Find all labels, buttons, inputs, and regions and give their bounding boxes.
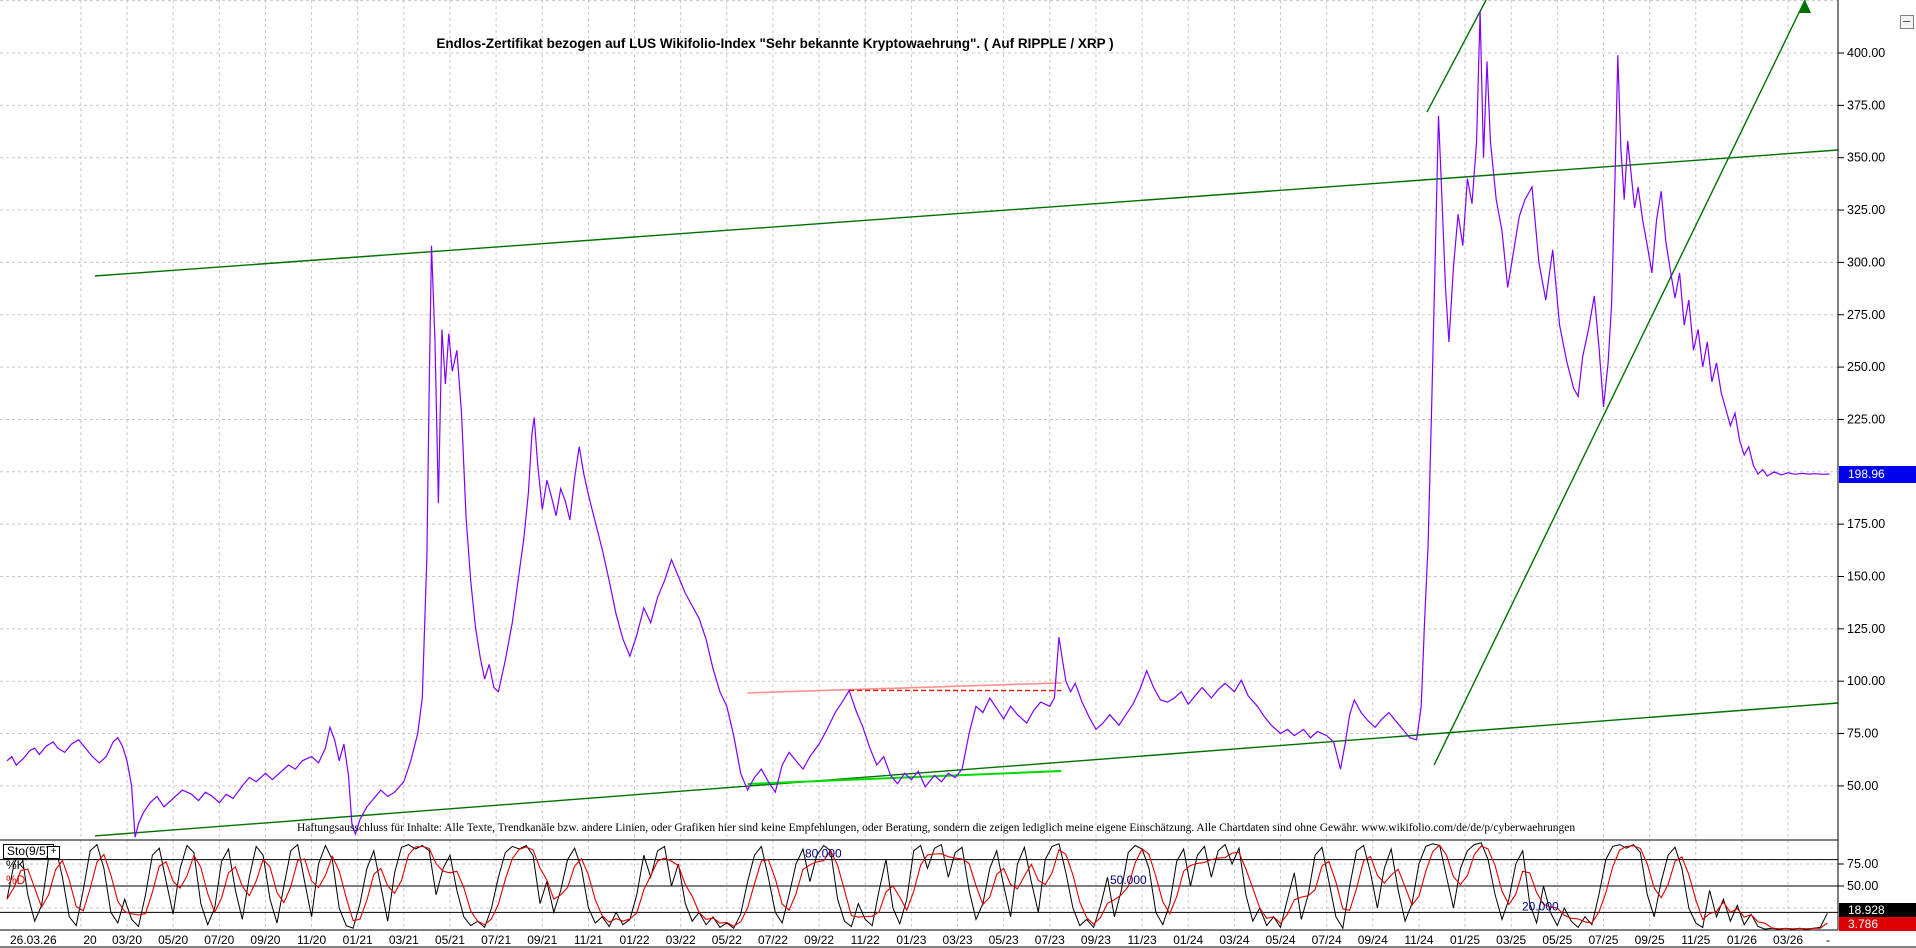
x-axis-label: 07/21 [481, 933, 511, 947]
price-axis-label: 350.00 [1847, 151, 1885, 165]
x-axis-label: 11/24 [1404, 933, 1433, 947]
x-axis-label: 09/21 [527, 933, 557, 947]
x-axis-label: - [1826, 933, 1830, 947]
stochastic-k-label: %K [6, 858, 25, 872]
x-axis-label: 07/20 [204, 933, 234, 947]
x-axis-label: 05/22 [712, 933, 742, 947]
price-axis-label: 325.00 [1847, 203, 1885, 217]
indicator-axis-label: 75.00 [1847, 857, 1878, 871]
chart-title: Endlos-Zertifikat bezogen auf LUS Wikifo… [436, 36, 1114, 51]
x-axis-label: 01/22 [620, 933, 650, 947]
x-axis-label: 11/21 [574, 933, 603, 947]
x-axis-label: 01/26 [1727, 933, 1757, 947]
stochastic-d-value-badge: 3.786 [1839, 917, 1916, 931]
x-axis-label: 03/21 [389, 933, 419, 947]
x-axis-label: 07/22 [758, 933, 788, 947]
lower-channel-trendline [94, 702, 1839, 837]
indicator-expand-button[interactable]: + [47, 846, 60, 859]
x-axis-label: 05/23 [989, 933, 1019, 947]
collapse-panel-icon[interactable] [1900, 15, 1914, 29]
x-axis-label: 07/24 [1312, 933, 1342, 947]
chart-window: 400.00 375.00 350.00 325.00 300.00 275.00 250.… [0, 0, 1916, 948]
indicator-name: Sto(9/5) [7, 844, 50, 858]
x-axis-label: 01/23 [896, 933, 926, 947]
x-axis-label: 01/24 [1173, 933, 1203, 947]
x-axis-label: 03/23 [943, 933, 973, 947]
price-axis-label: 175.00 [1847, 517, 1885, 531]
price-axis-label: 300.00 [1847, 255, 1885, 269]
price-axis-label: 125.00 [1847, 622, 1885, 636]
x-axis-label: 07/23 [1035, 933, 1065, 947]
x-axis-label: 20 [83, 933, 97, 947]
price-axis-label: 375.00 [1847, 98, 1885, 112]
x-axis-label: 09/23 [1081, 933, 1111, 947]
x-axis-label: 09/22 [804, 933, 834, 947]
x-axis-label: 09/25 [1635, 933, 1665, 947]
x-axis-label: 07/25 [1588, 933, 1618, 947]
x-axis-label: 05/21 [435, 933, 465, 947]
x-axis-label: 01/25 [1450, 933, 1480, 947]
price-axis-label: 275.00 [1847, 308, 1885, 322]
price-axis-label: 100.00 [1847, 674, 1885, 688]
x-axis-label: 09/20 [250, 933, 280, 947]
pink-resistance-line [747, 682, 1062, 694]
chart-date-label: 26.03.26 [10, 933, 57, 947]
x-axis-label: 09/24 [1358, 933, 1388, 947]
x-axis-label: 05/20 [158, 933, 188, 947]
x-axis-label: 11/23 [1128, 933, 1157, 947]
price-axis-label: 250.00 [1847, 360, 1885, 374]
x-axis-label: 05/25 [1542, 933, 1572, 947]
x-axis-label: 03/26 [1773, 933, 1803, 947]
last-price-badge: 198.96 [1839, 466, 1916, 483]
x-axis-label: 03/25 [1496, 933, 1526, 947]
x-axis-label: 01/21 [343, 933, 373, 947]
x-axis-label: 11/22 [851, 933, 880, 947]
x-axis-label: 03/22 [666, 933, 696, 947]
x-axis-label: 05/24 [1265, 933, 1295, 947]
x-axis-label: 03/20 [112, 933, 142, 947]
x-axis-label: 11/25 [1681, 933, 1710, 947]
price-axis-label: 150.00 [1847, 570, 1885, 584]
price-axis-label: 50.00 [1847, 779, 1878, 793]
stochastic-level-label: 20.000 [1522, 899, 1559, 913]
trendline-arrowhead-icon [1799, 0, 1811, 13]
upper-channel-trendline [94, 149, 1839, 277]
stochastic-d-line [6, 844, 1828, 930]
price-chart-canvas[interactable]: 400.00 375.00 350.00 325.00 300.00 275.00 250.… [0, 0, 1916, 948]
price-axis-label: 225.00 [1847, 412, 1885, 426]
x-axis-label: 11/20 [297, 933, 326, 947]
price-axis-label: 75.00 [1847, 727, 1878, 741]
stochastic-level-label: 50.000 [1110, 873, 1147, 887]
price-line [6, 11, 1830, 838]
stochastic-d-label: %D [6, 873, 26, 887]
indicator-axis-label: 50.00 [1847, 879, 1878, 893]
stochastic-k-value-badge: 18.928 [1839, 903, 1916, 917]
disclaimer-text: Haftungsausschluss für Inhalte: Alle Tex… [297, 822, 1576, 834]
x-axis-label: 03/24 [1219, 933, 1249, 947]
price-axis-label: 400.00 [1847, 46, 1885, 60]
stochastic-level-label: 80.000 [805, 847, 842, 861]
